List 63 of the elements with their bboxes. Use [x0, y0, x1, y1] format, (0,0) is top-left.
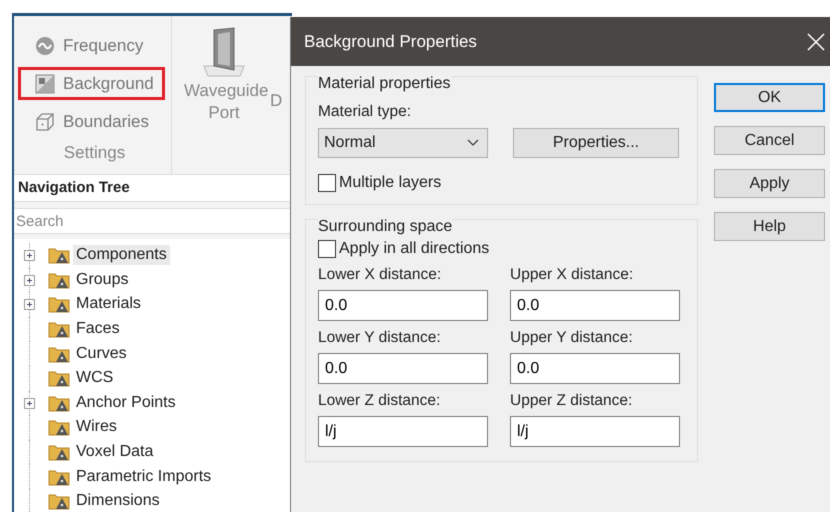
tree-item[interactable]: Wires [73, 417, 120, 438]
group-label: Settings [64, 143, 126, 163]
group-title: Material properties [318, 75, 450, 93]
input-field[interactable]: 0.0 [510, 353, 680, 384]
checkbox-label: Multiple layers [339, 174, 442, 192]
search-field[interactable]: Search [14, 208, 292, 234]
field-label: Upper X distance: [510, 266, 634, 284]
input-field[interactable]: 0.0 [318, 290, 488, 321]
tree-item[interactable]: WCS [73, 368, 116, 388]
field-label: Upper Y distance: [510, 329, 634, 347]
checkbox[interactable] [318, 174, 336, 192]
close-icon[interactable] [807, 32, 825, 50]
ribbon-item[interactable]: Frequency [18, 29, 154, 62]
input-field[interactable]: 0.0 [510, 290, 680, 321]
expand-icon[interactable] [24, 398, 35, 409]
material-type-dropdown[interactable]: Normal [318, 128, 488, 158]
folder-icon [48, 394, 70, 412]
cube-icon [35, 112, 55, 132]
folder-icon [48, 418, 70, 436]
field-label: Lower X distance: [318, 266, 442, 284]
folder-icon [48, 369, 70, 388]
tree-item[interactable]: Faces [73, 319, 123, 340]
folder-icon [48, 270, 70, 289]
background-icon [35, 74, 55, 94]
folder-icon [48, 320, 70, 338]
chevron-icon [467, 139, 479, 147]
wave-circle-icon [35, 36, 55, 56]
tree-item[interactable]: Groups [73, 270, 132, 290]
ribbon-item[interactable]: Boundaries [18, 105, 160, 138]
folder-icon [48, 246, 70, 264]
tree-item[interactable]: Components [73, 245, 170, 266]
tree-item[interactable]: Voxel Data [73, 442, 156, 462]
folder-icon [48, 443, 70, 462]
field-label: Lower Z distance: [318, 392, 442, 410]
tree-item[interactable]: Materials [73, 294, 144, 314]
checkbox-label: Apply in all directions [339, 240, 490, 258]
field-label: Material type: [318, 103, 412, 121]
expand-icon[interactable] [24, 274, 35, 286]
dialog-button[interactable]: Help [714, 212, 825, 241]
field-label: Lower Y distance: [318, 329, 442, 347]
input-field[interactable]: l/j [510, 416, 680, 447]
window-title: Background Properties [304, 32, 477, 52]
tree-item[interactable]: Dimensions [73, 491, 163, 512]
folder-icon [48, 468, 70, 486]
panel-title: Navigation Tree [14, 175, 292, 202]
checkbox[interactable] [318, 240, 336, 258]
expand-icon[interactable] [24, 250, 35, 261]
input-field[interactable]: l/j [318, 416, 488, 447]
ribbon-item[interactable]: Background [18, 67, 165, 100]
field-label: Upper Z distance: [510, 392, 634, 410]
dialog-button[interactable]: OK [714, 83, 825, 112]
input-field[interactable]: 0.0 [318, 353, 488, 384]
folder-icon [48, 344, 70, 363]
tree-item[interactable]: Parametric Imports [73, 466, 214, 487]
group-title: Surrounding space [318, 218, 452, 236]
tree-item[interactable]: Curves [73, 344, 130, 364]
folder-icon [48, 295, 70, 314]
folder-icon [48, 492, 70, 510]
expand-icon[interactable] [24, 299, 35, 310]
properties-button[interactable]: Properties... [513, 128, 679, 158]
dialog-button[interactable]: Apply [714, 169, 825, 198]
tree-item[interactable]: Anchor Points [73, 392, 179, 413]
dialog-button[interactable]: Cancel [714, 126, 825, 155]
